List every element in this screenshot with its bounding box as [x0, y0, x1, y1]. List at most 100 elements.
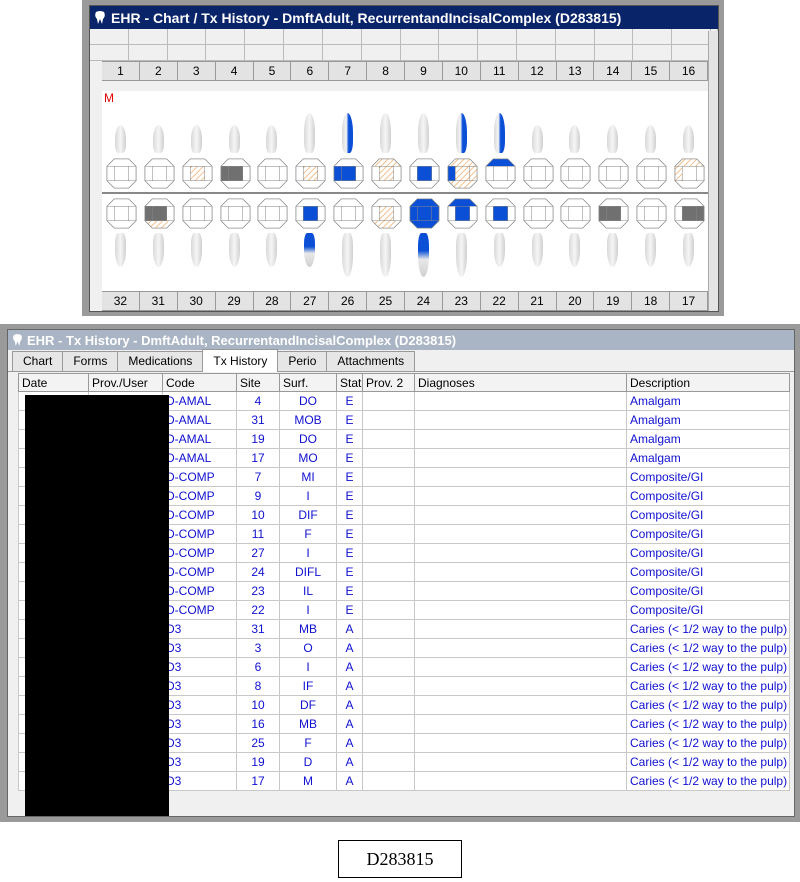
site-cell: 10: [236, 505, 280, 525]
empty-cell: [414, 562, 627, 582]
tooth-number[interactable]: 5: [254, 62, 292, 80]
column-header[interactable]: Site: [236, 373, 280, 392]
header-cell: [168, 29, 207, 44]
upper-tooth-surface-diagram[interactable]: [333, 158, 364, 189]
tooth-number[interactable]: 29: [216, 292, 254, 310]
header-cell: [401, 45, 440, 60]
column-header[interactable]: Date: [18, 373, 89, 392]
header-cell: [90, 45, 129, 60]
tooth-number[interactable]: 32: [102, 292, 140, 310]
site-cell: 17: [236, 448, 280, 468]
tab-tx-history[interactable]: Tx History: [202, 349, 279, 372]
upper-tooth-surface-diagram[interactable]: [409, 158, 440, 189]
header-cell: [168, 45, 207, 60]
lower-tooth-surface-diagram[interactable]: [522, 198, 554, 229]
tab-attachments[interactable]: Attachments: [326, 351, 416, 371]
code-cell: D3: [162, 619, 237, 639]
lower-tooth-surface-diagram[interactable]: [106, 198, 137, 229]
status-cell: E: [336, 410, 363, 430]
tab-chart[interactable]: Chart: [12, 351, 64, 371]
tooth-number[interactable]: 16: [670, 62, 708, 80]
lower-tooth-surface-diagram[interactable]: [674, 198, 705, 229]
lower-tooth-surface-diagram[interactable]: [257, 198, 289, 229]
column-header[interactable]: Diagnoses: [414, 373, 627, 392]
upper-tooth-surface-diagram[interactable]: [522, 158, 554, 189]
tooth-number[interactable]: 18: [632, 292, 671, 310]
upper-tooth-surface-diagram[interactable]: [106, 158, 137, 189]
tooth-number[interactable]: 1: [102, 62, 140, 80]
tooth-number[interactable]: 6: [291, 62, 330, 80]
lower-tooth-surface-diagram[interactable]: [560, 198, 592, 229]
surface-cell: F: [279, 524, 337, 544]
tooth-number[interactable]: 19: [594, 292, 633, 310]
upper-tooth-surface-diagram[interactable]: [636, 158, 667, 189]
surface-cell: I: [279, 486, 337, 506]
column-header[interactable]: Code: [162, 373, 237, 392]
tab-medications[interactable]: Medications: [117, 351, 204, 371]
lower-tooth-surface-diagram[interactable]: [447, 198, 478, 229]
tooth-number[interactable]: 15: [632, 62, 671, 80]
tooth-number[interactable]: 2: [140, 62, 178, 80]
lower-tooth-surface-diagram[interactable]: [371, 198, 402, 229]
tooth-number[interactable]: 7: [329, 62, 368, 80]
upper-tooth-surface-diagram[interactable]: [485, 158, 516, 189]
tooth-number[interactable]: 8: [367, 62, 405, 80]
tooth-number[interactable]: 21: [519, 292, 557, 310]
lower-tooth-surface-diagram[interactable]: [219, 198, 251, 229]
upper-tooth-surface-diagram[interactable]: [219, 158, 251, 189]
lower-tooth-surface-diagram[interactable]: [182, 198, 213, 229]
tooth-number[interactable]: 10: [443, 62, 481, 80]
upper-tooth-surface-diagram[interactable]: [295, 158, 326, 189]
chart-scrollbar[interactable]: [708, 31, 718, 311]
lower-tooth-surface-diagram[interactable]: [295, 198, 326, 229]
tooth-number[interactable]: 4: [216, 62, 254, 80]
tooth-number[interactable]: 12: [519, 62, 557, 80]
header-cell: [595, 45, 634, 60]
upper-tooth-surface-diagram[interactable]: [371, 158, 402, 189]
code-cell: D3: [162, 657, 237, 677]
upper-tooth-surface-diagram[interactable]: [144, 158, 175, 189]
tooth-number[interactable]: 24: [405, 292, 443, 310]
tooth-number[interactable]: 20: [557, 292, 595, 310]
tooth-number[interactable]: 28: [254, 292, 292, 310]
tab-forms[interactable]: Forms: [62, 351, 119, 371]
tx-window-titlebar[interactable]: EHR - Tx History - DmftAdult, Recurrenta…: [8, 330, 794, 350]
description-cell: Caries (< 1/2 way to the pulp): [626, 771, 790, 791]
upper-tooth-surface-diagram[interactable]: [674, 158, 705, 189]
tooth-number[interactable]: 22: [481, 292, 519, 310]
tooth-number[interactable]: 3: [178, 62, 216, 80]
tooth-number[interactable]: 13: [557, 62, 595, 80]
column-header[interactable]: Prov./User: [88, 373, 163, 392]
lower-tooth-surface-diagram[interactable]: [409, 198, 440, 229]
tooth-number[interactable]: 14: [594, 62, 633, 80]
header-cell: [672, 29, 711, 44]
tooth-number[interactable]: 26: [329, 292, 368, 310]
upper-tooth-surface-diagram[interactable]: [598, 158, 629, 189]
chart-window-titlebar[interactable]: EHR - Chart / Tx History - DmftAdult, Re…: [90, 6, 718, 29]
column-header[interactable]: Surf.: [279, 373, 337, 392]
upper-tooth-surface-diagram[interactable]: [182, 158, 213, 189]
tooth-number[interactable]: 11: [481, 62, 519, 80]
upper-tooth-surface-diagram[interactable]: [257, 158, 289, 189]
tooth-number[interactable]: 9: [405, 62, 443, 80]
tooth-number[interactable]: 30: [178, 292, 216, 310]
column-header[interactable]: Stat: [336, 373, 363, 392]
tooth-number[interactable]: 17: [670, 292, 708, 310]
tooth-chart[interactable]: M: [102, 91, 708, 296]
surface-cell: DIFL: [279, 562, 337, 582]
tooth-number[interactable]: 25: [367, 292, 405, 310]
tooth-number[interactable]: 23: [443, 292, 481, 310]
tab-perio[interactable]: Perio: [277, 351, 328, 371]
empty-cell: [414, 429, 627, 449]
upper-tooth-surface-diagram[interactable]: [560, 158, 592, 189]
lower-tooth-surface-diagram[interactable]: [598, 198, 629, 229]
lower-tooth-surface-diagram[interactable]: [636, 198, 667, 229]
column-header[interactable]: Description: [626, 373, 790, 392]
tooth-number[interactable]: 31: [140, 292, 178, 310]
lower-tooth-surface-diagram[interactable]: [144, 198, 175, 229]
lower-tooth-surface-diagram[interactable]: [485, 198, 516, 229]
tooth-number[interactable]: 27: [291, 292, 330, 310]
column-header[interactable]: Prov. 2: [362, 373, 415, 392]
upper-tooth-surface-diagram[interactable]: [447, 158, 478, 189]
lower-tooth-surface-diagram[interactable]: [333, 198, 364, 229]
